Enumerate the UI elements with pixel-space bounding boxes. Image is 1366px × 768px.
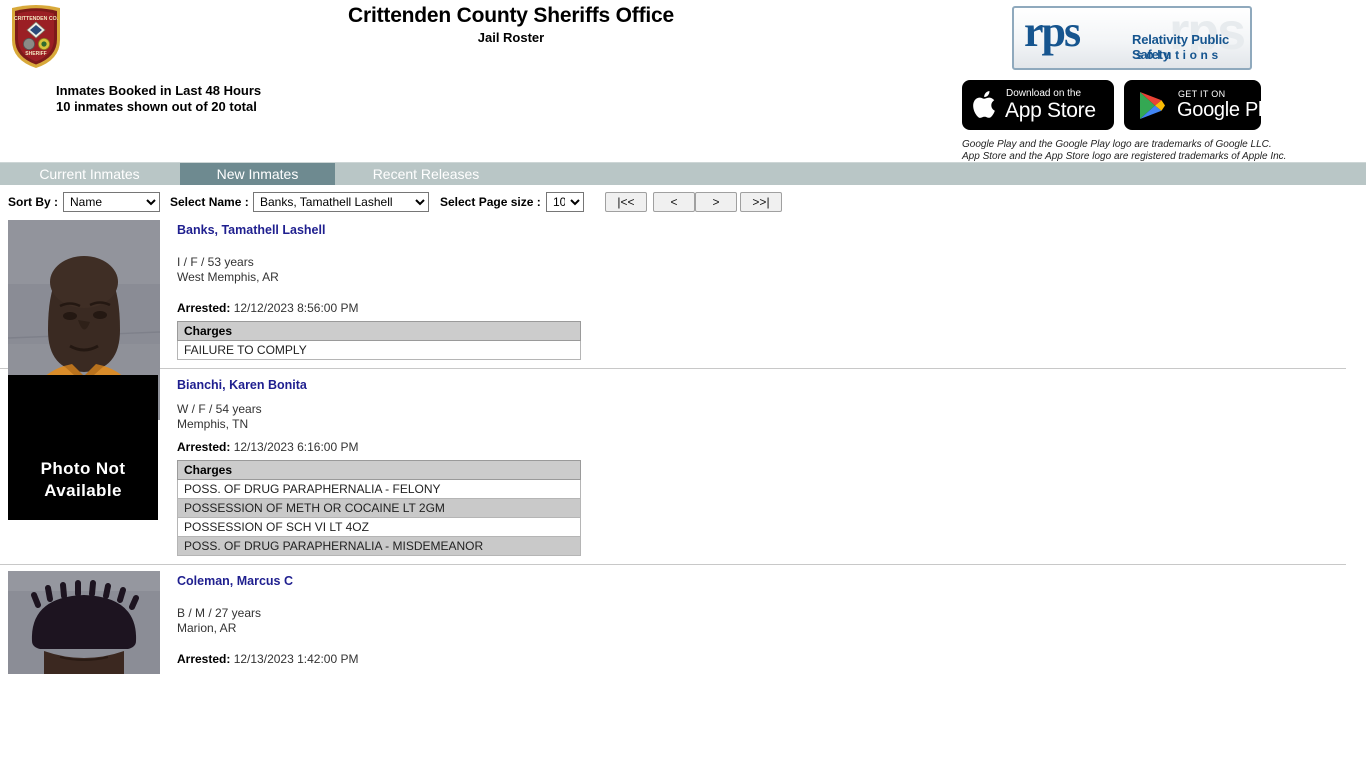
tab-recent-releases[interactable]: Recent Releases — [343, 163, 509, 185]
last-page-button[interactable]: >>| — [740, 192, 782, 212]
charge-cell: POSSESSION OF SCH VI LT 4OZ — [177, 517, 581, 537]
mugshot-photo[interactable] — [8, 571, 160, 674]
google-play-big-label: Google Play — [1177, 99, 1261, 121]
charges-table: Charges POSS. OF DRUG PARAPHERNALIA - FE… — [177, 460, 581, 556]
inmate-info: Coleman, Marcus C B / M / 27 years Mario… — [177, 571, 1346, 667]
inmate-row: Banks, Tamathell Lashell I / F / 53 year… — [0, 214, 1346, 420]
next-page-button[interactable]: > — [695, 192, 737, 212]
first-page-button[interactable]: |<< — [605, 192, 647, 212]
tab-bar: Current Inmates New Inmates Recent Relea… — [0, 162, 1366, 185]
select-name-dropdown[interactable]: Banks, Tamathell Lashell — [253, 192, 429, 212]
rps-wordmark: rps — [1024, 7, 1081, 56]
charge-row: POSS. OF DRUG PARAPHERNALIA - FELONY — [177, 479, 581, 499]
inmate-demographics: I / F / 53 years — [177, 255, 254, 269]
page-size-select[interactable]: 10 — [546, 192, 584, 212]
trademark-notice: Google Play and the Google Play logo are… — [962, 139, 1286, 162]
control-bar: Sort By : Name Select Name : Banks, Tama… — [0, 184, 1366, 214]
charge-cell: FAILURE TO COMPLY — [177, 340, 581, 360]
arrested-datetime: 12/12/2023 8:56:00 PM — [233, 301, 359, 315]
app-store-button[interactable]: Download on the App Store — [962, 80, 1114, 130]
sort-by-label: Sort By : — [8, 195, 59, 209]
charge-row: POSS. OF DRUG PARAPHERNALIA - MISDEMEANO… — [177, 536, 581, 556]
charges-body-1: FAILURE TO COMPLY — [177, 340, 581, 360]
google-play-icon — [1140, 92, 1165, 119]
inmate-demographics: W / F / 54 years — [177, 402, 262, 416]
inmate-info: Bianchi, Karen Bonita W / F / 54 years M… — [177, 375, 1346, 556]
inmate-arrested: Arrested: 12/13/2023 1:42:00 PM — [177, 652, 1346, 667]
page-title: Crittenden County Sheriffs Office — [348, 4, 674, 27]
booked-line-1: Inmates Booked in Last 48 Hours — [56, 83, 262, 98]
arrested-datetime: 12/13/2023 1:42:00 PM — [233, 652, 359, 666]
inmate-city-state: West Memphis, AR — [177, 270, 279, 284]
charge-row: POSSESSION OF SCH VI LT 4OZ — [177, 517, 581, 537]
booked-line-2: 10 inmates shown out of 20 total — [56, 99, 257, 114]
select-name-label: Select Name : — [170, 195, 249, 209]
charges-header-cell: Charges — [177, 460, 581, 480]
no-photo-text: Photo Not Available — [40, 459, 126, 500]
svg-text:SHERIFF: SHERIFF — [25, 51, 46, 57]
inmate-name-link[interactable]: Bianchi, Karen Bonita — [177, 378, 307, 392]
google-play-button[interactable]: GET IT ON Google Play — [1124, 80, 1261, 130]
inmate-demographics: B / M / 27 years — [177, 606, 262, 620]
inmate-city-state: Marion, AR — [177, 621, 237, 635]
previous-page-button[interactable]: < — [653, 192, 695, 212]
inmate-row: Coleman, Marcus C B / M / 27 years Mario… — [0, 565, 1346, 675]
charges-table: Charges FAILURE TO COMPLY — [177, 321, 581, 360]
charges-header-row: Charges — [177, 321, 581, 341]
charge-row: POSSESSION OF METH OR COCAINE LT 2GM — [177, 498, 581, 518]
title-block: Crittenden County Sheriffs Office Jail R… — [0, 4, 1022, 47]
arrested-label: Arrested: — [177, 440, 231, 454]
mugshot-cell — [8, 571, 160, 674]
page-subtitle: Jail Roster — [477, 30, 545, 45]
arrested-label: Arrested: — [177, 301, 231, 315]
inmate-arrested: Arrested: 12/12/2023 8:56:00 PM — [177, 301, 1346, 316]
charge-cell: POSS. OF DRUG PARAPHERNALIA - FELONY — [177, 479, 581, 499]
tab-current-inmates[interactable]: Current Inmates — [8, 163, 171, 185]
trademark-line-2: App Store and the App Store logo are reg… — [962, 150, 1287, 162]
page-size-label: Select Page size : — [440, 195, 541, 209]
no-photo-placeholder: Photo Not Available — [8, 375, 158, 520]
charges-body-2: POSS. OF DRUG PARAPHERNALIA - FELONY POSS… — [177, 479, 581, 556]
booked-summary: Inmates Booked in Last 48 Hours 10 inmat… — [56, 83, 261, 115]
charge-cell: POSS. OF DRUG PARAPHERNALIA - MISDEMEANO… — [177, 536, 581, 556]
inmate-city-state: Memphis, TN — [177, 417, 249, 431]
charges-header-cell: Charges — [177, 321, 581, 341]
charge-cell: POSSESSION OF METH OR COCAINE LT 2GM — [177, 498, 581, 518]
rps-logo: rps rps Relativity Public Safety solutio… — [1012, 6, 1252, 70]
charge-row: FAILURE TO COMPLY — [177, 340, 581, 360]
sort-by-select[interactable]: Name — [63, 192, 160, 212]
rps-tagline-2: solutions — [1136, 48, 1222, 62]
inmate-info: Banks, Tamathell Lashell I / F / 53 year… — [177, 220, 1346, 360]
inmate-name-link[interactable]: Banks, Tamathell Lashell — [177, 223, 325, 237]
tab-new-inmates[interactable]: New Inmates — [180, 163, 335, 185]
mugshot-cell: Photo Not Available — [8, 375, 160, 520]
arrested-label: Arrested: — [177, 652, 231, 666]
inmate-row: Photo Not Available Bianchi, Karen Bonit… — [0, 369, 1346, 565]
inmate-name-link[interactable]: Coleman, Marcus C — [177, 574, 293, 588]
arrested-datetime: 12/13/2023 6:16:00 PM — [233, 440, 359, 454]
page-header: CRITTENDEN CO. SHERIFF Crittenden County… — [0, 0, 1366, 162]
app-store-big-label: App Store — [1005, 99, 1096, 122]
apple-logo-icon — [973, 91, 995, 118]
inmate-arrested: Arrested: 12/13/2023 6:16:00 PM — [177, 440, 1346, 455]
charges-header-row: Charges — [177, 460, 581, 480]
trademark-line-1: Google Play and the Google Play logo are… — [962, 139, 1272, 150]
inmate-roster: Banks, Tamathell Lashell I / F / 53 year… — [0, 214, 1366, 675]
